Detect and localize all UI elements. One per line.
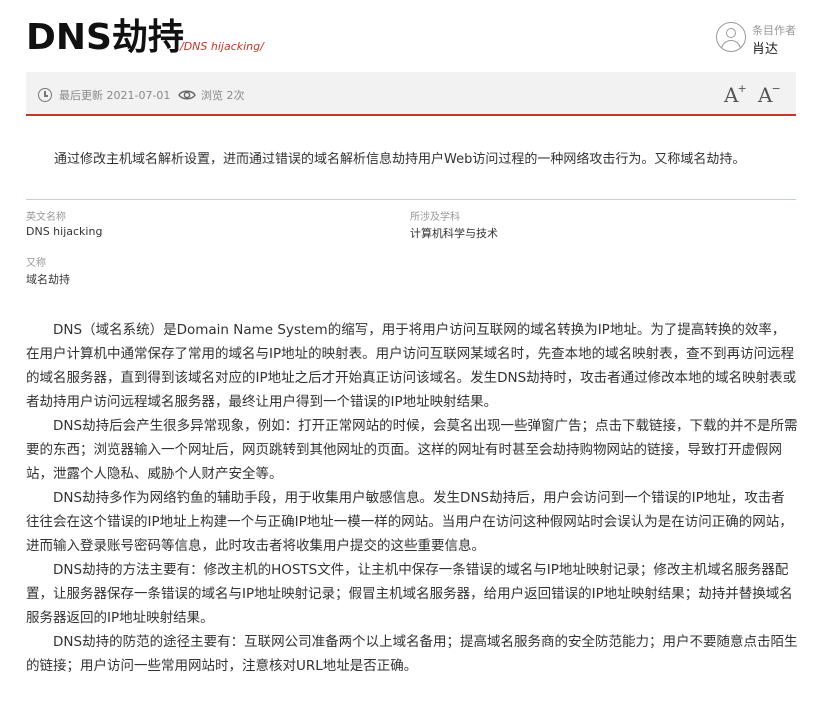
last-updated-text: 最后更新 2021-07-01	[59, 89, 171, 102]
english-name-label: 英文名称	[26, 212, 66, 223]
author-name[interactable]: 肖达	[752, 38, 778, 57]
view-count: 浏览 2次	[178, 87, 245, 103]
page-title: DNS劫持	[26, 17, 184, 58]
clock-icon	[38, 88, 52, 102]
avatar-icon[interactable]	[716, 22, 746, 52]
paragraph: DNS（域名系统）是Domain Name System的缩写，用于将用户访问互…	[26, 322, 797, 410]
entry-header: DNS劫持 /DNS hijacking/ 条目作者 肖达	[26, 16, 796, 68]
last-updated: 最后更新 2021-07-01	[38, 87, 170, 103]
paragraph: DNS劫持的防范的途径主要有：互联网公司准备两个以上域名备用；提高域名服务商的安…	[26, 634, 798, 674]
alias-value: 域名劫持	[26, 273, 70, 286]
font-decrease-button[interactable]: A−	[758, 82, 781, 107]
paragraph: DNS劫持后会产生很多异常现象，例如：打开正常网站的时候，会莫名出现一些弹窗广告…	[26, 418, 798, 482]
summary-text: 通过修改主机域名解析设置，进而通过错误的域名解析信息劫持用户Web访问过程的一种…	[54, 152, 746, 167]
font-increase-button[interactable]: A+	[724, 82, 747, 107]
author-block[interactable]: 条目作者 肖达	[716, 20, 796, 57]
article-content: DNS（域名系统）是Domain Name System的缩写，用于将用户访问互…	[26, 318, 798, 678]
subject-label: 所涉及学科	[410, 212, 460, 223]
english-title: /DNS hijacking/	[180, 40, 264, 53]
alias-label: 又称	[26, 258, 46, 269]
author-label: 条目作者	[752, 24, 796, 37]
meta-bar: 最后更新 2021-07-01 浏览 2次 A+ A−	[26, 72, 796, 116]
eye-icon	[178, 90, 196, 100]
view-count-text: 浏览 2次	[201, 89, 245, 102]
english-name-value: DNS hijacking	[26, 225, 103, 238]
paragraph: DNS劫持的方法主要有：修改主机的HOSTS文件，让主机中保存一条错误的域名与I…	[26, 562, 793, 626]
subject-value[interactable]: 计算机科学与技术	[410, 225, 498, 241]
paragraph: DNS劫持多作为网络钓鱼的辅助手段，用于收集用户敏感信息。发生DNS劫持后，用户…	[26, 490, 793, 554]
info-box: 英文名称 DNS hijacking 所涉及学科 计算机科学与技术 又称 域名劫…	[26, 199, 796, 291]
